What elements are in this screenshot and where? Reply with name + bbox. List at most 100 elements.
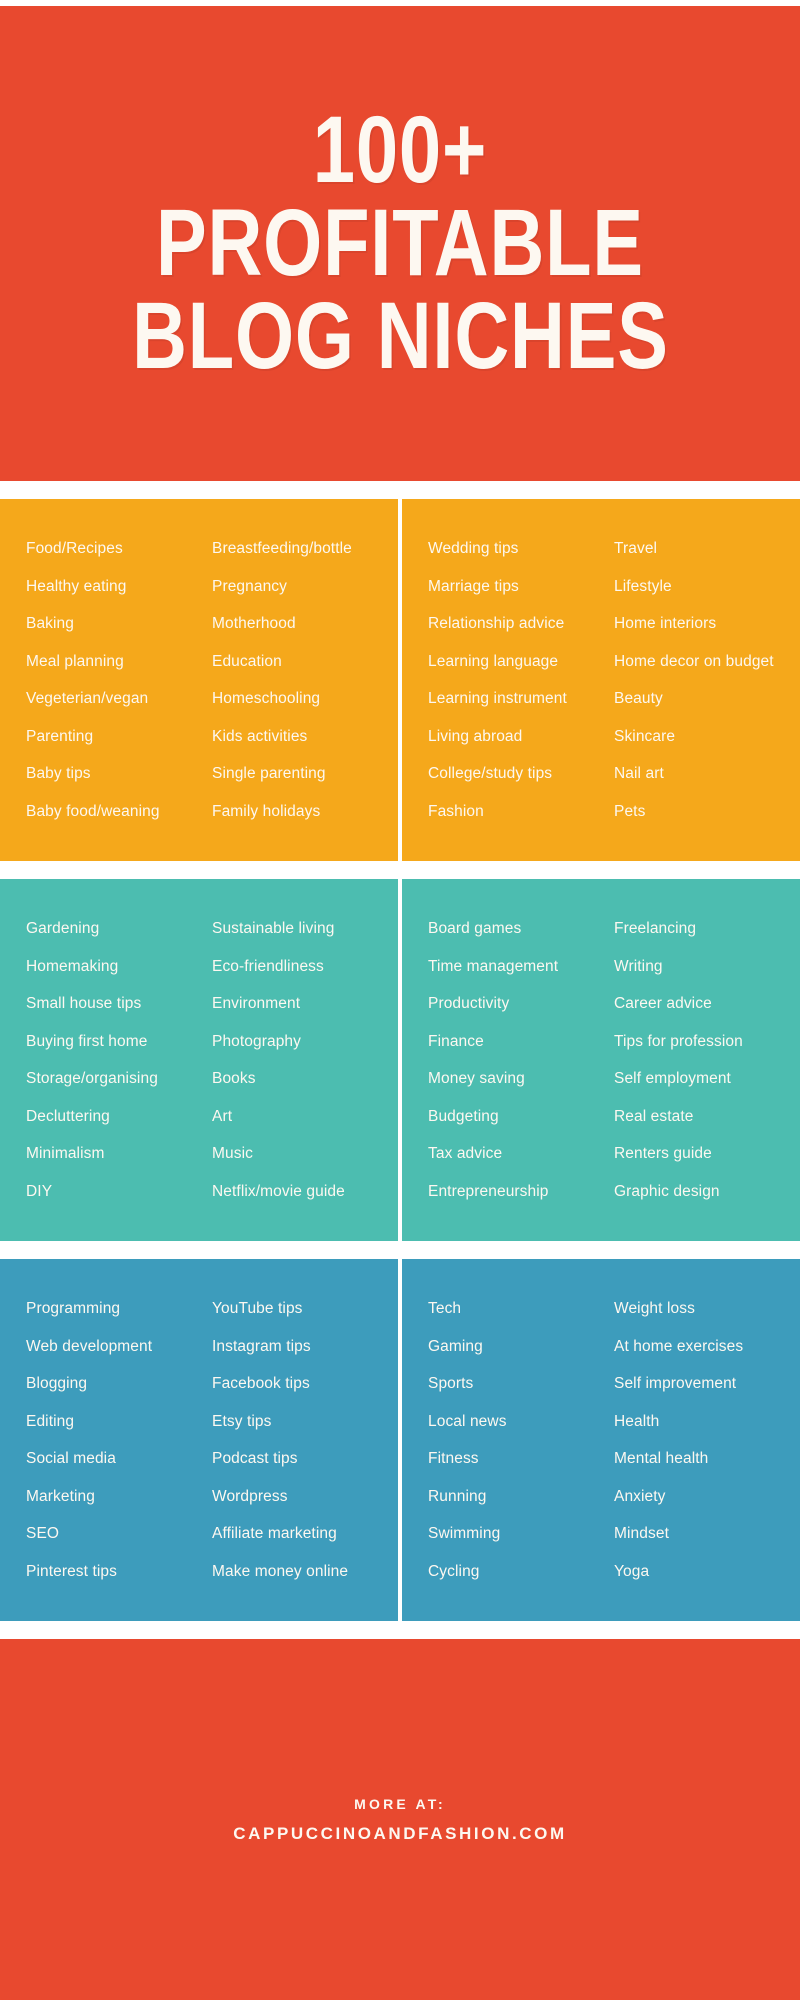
list-item[interactable]: Productivity <box>428 996 614 1012</box>
list-item[interactable]: Baby tips <box>26 766 212 782</box>
list-item[interactable]: Blogging <box>26 1376 212 1392</box>
list-item[interactable]: Self employment <box>614 1071 800 1087</box>
list-item[interactable]: Affiliate marketing <box>212 1526 398 1542</box>
list-item[interactable]: Weight loss <box>614 1301 800 1317</box>
list-item[interactable]: Swimming <box>428 1526 614 1542</box>
list-item[interactable]: Social media <box>26 1451 212 1467</box>
list-item[interactable]: Facebook tips <box>212 1376 398 1392</box>
list-item[interactable]: Baby food/weaning <box>26 803 212 820</box>
list-item[interactable]: Meal planning <box>26 653 212 670</box>
list-item[interactable]: Self improvement <box>614 1376 800 1392</box>
list-item[interactable]: Decluttering <box>26 1108 212 1125</box>
list-item[interactable]: Podcast tips <box>212 1451 398 1467</box>
list-item[interactable]: Breastfeeding/bottle <box>212 541 398 557</box>
list-item[interactable]: Motherhood <box>212 616 398 632</box>
list-item[interactable]: Etsy tips <box>212 1413 398 1430</box>
list-item[interactable]: Pinterest tips <box>26 1563 212 1580</box>
list-item[interactable]: Learning instrument <box>428 691 614 707</box>
list-item[interactable]: Sports <box>428 1376 614 1392</box>
list-item[interactable]: Board games <box>428 921 614 937</box>
list-item[interactable]: Beauty <box>614 691 800 707</box>
list-item[interactable]: Home interiors <box>614 616 800 632</box>
list-item[interactable]: Marketing <box>26 1488 212 1505</box>
list-item[interactable]: Local news <box>428 1413 614 1430</box>
list-item[interactable]: Marriage tips <box>428 578 614 595</box>
niche-column: Breastfeeding/bottle Pregnancy Motherhoo… <box>212 541 398 819</box>
list-item[interactable]: Gaming <box>428 1338 614 1355</box>
list-item[interactable]: Programming <box>26 1301 212 1317</box>
list-item[interactable]: Budgeting <box>428 1108 614 1125</box>
list-item[interactable]: Kids activities <box>212 728 398 745</box>
list-item[interactable]: Relationship advice <box>428 616 614 632</box>
list-item[interactable]: Tips for profession <box>614 1033 800 1050</box>
list-item[interactable]: Yoga <box>614 1563 800 1580</box>
list-item[interactable]: Eco-friendliness <box>212 958 398 975</box>
list-item[interactable]: Graphic design <box>614 1183 800 1200</box>
list-item[interactable]: Running <box>428 1488 614 1505</box>
list-item[interactable]: Buying first home <box>26 1033 212 1050</box>
list-item[interactable]: Time management <box>428 958 614 975</box>
list-item[interactable]: Vegeterian/vegan <box>26 691 212 707</box>
list-item[interactable]: Baking <box>26 616 212 632</box>
list-item[interactable]: Health <box>614 1413 800 1430</box>
list-item[interactable]: Editing <box>26 1413 212 1430</box>
list-item[interactable]: Storage/organising <box>26 1071 212 1087</box>
list-item[interactable]: College/study tips <box>428 766 614 782</box>
list-item[interactable]: Art <box>212 1108 398 1125</box>
list-item[interactable]: Renters guide <box>614 1146 800 1162</box>
list-item[interactable]: Pets <box>614 803 800 820</box>
list-item[interactable]: Homemaking <box>26 958 212 975</box>
list-item[interactable]: Travel <box>614 541 800 557</box>
list-item[interactable]: At home exercises <box>614 1338 800 1355</box>
list-item[interactable]: SEO <box>26 1526 212 1542</box>
list-item[interactable]: Skincare <box>614 728 800 745</box>
list-item[interactable]: Books <box>212 1071 398 1087</box>
list-item[interactable]: Netflix/movie guide <box>212 1183 398 1200</box>
list-item[interactable]: Lifestyle <box>614 578 800 595</box>
list-item[interactable]: Parenting <box>26 728 212 745</box>
list-item[interactable]: Wordpress <box>212 1488 398 1505</box>
list-item[interactable]: Tax advice <box>428 1146 614 1162</box>
list-item[interactable]: Tech <box>428 1301 614 1317</box>
header-banner: 100+ PROFITABLE BLOG NICHES <box>0 6 800 481</box>
list-item[interactable]: Gardening <box>26 921 212 937</box>
list-item[interactable]: Make money online <box>212 1563 398 1580</box>
list-item[interactable]: Food/Recipes <box>26 541 212 557</box>
list-item[interactable]: Fashion <box>428 803 614 820</box>
list-item[interactable]: Photography <box>212 1033 398 1050</box>
list-item[interactable]: Web development <box>26 1338 212 1355</box>
list-item[interactable]: Living abroad <box>428 728 614 745</box>
list-item[interactable]: Pregnancy <box>212 578 398 595</box>
list-item[interactable]: Nail art <box>614 766 800 782</box>
list-item[interactable]: Money saving <box>428 1071 614 1087</box>
list-item[interactable]: Single parenting <box>212 766 398 782</box>
list-item[interactable]: Small house tips <box>26 996 212 1012</box>
list-item[interactable]: Sustainable living <box>212 921 398 937</box>
list-item[interactable]: Mental health <box>614 1451 800 1467</box>
list-item[interactable]: Freelancing <box>614 921 800 937</box>
list-item[interactable]: Learning language <box>428 653 614 670</box>
list-item[interactable]: Fitness <box>428 1451 614 1467</box>
list-item[interactable]: Homeschooling <box>212 691 398 707</box>
list-item[interactable]: Anxiety <box>614 1488 800 1505</box>
list-item[interactable]: Entrepreneurship <box>428 1183 614 1200</box>
list-item[interactable]: Environment <box>212 996 398 1012</box>
list-item[interactable]: Family holidays <box>212 803 398 820</box>
list-item[interactable]: Cycling <box>428 1563 614 1580</box>
footer-website-url[interactable]: CAPPUCCINOANDFASHION.COM <box>233 1824 566 1844</box>
list-item[interactable]: Career advice <box>614 996 800 1012</box>
list-item[interactable]: Mindset <box>614 1526 800 1542</box>
list-item[interactable]: YouTube tips <box>212 1301 398 1317</box>
list-item[interactable]: Education <box>212 653 398 670</box>
list-item[interactable]: Music <box>212 1146 398 1162</box>
list-item[interactable]: DIY <box>26 1183 212 1200</box>
list-item[interactable]: Finance <box>428 1033 614 1050</box>
list-item[interactable]: Instagram tips <box>212 1338 398 1355</box>
list-item[interactable]: Real estate <box>614 1108 800 1125</box>
list-item[interactable]: Home decor on budget <box>614 653 800 670</box>
list-item[interactable]: Healthy eating <box>26 578 212 595</box>
list-item[interactable]: Writing <box>614 958 800 975</box>
list-item[interactable]: Minimalism <box>26 1146 212 1162</box>
list-item[interactable]: Wedding tips <box>428 541 614 557</box>
lifestyle-family-band: Food/Recipes Healthy eating Baking Meal … <box>0 499 800 861</box>
